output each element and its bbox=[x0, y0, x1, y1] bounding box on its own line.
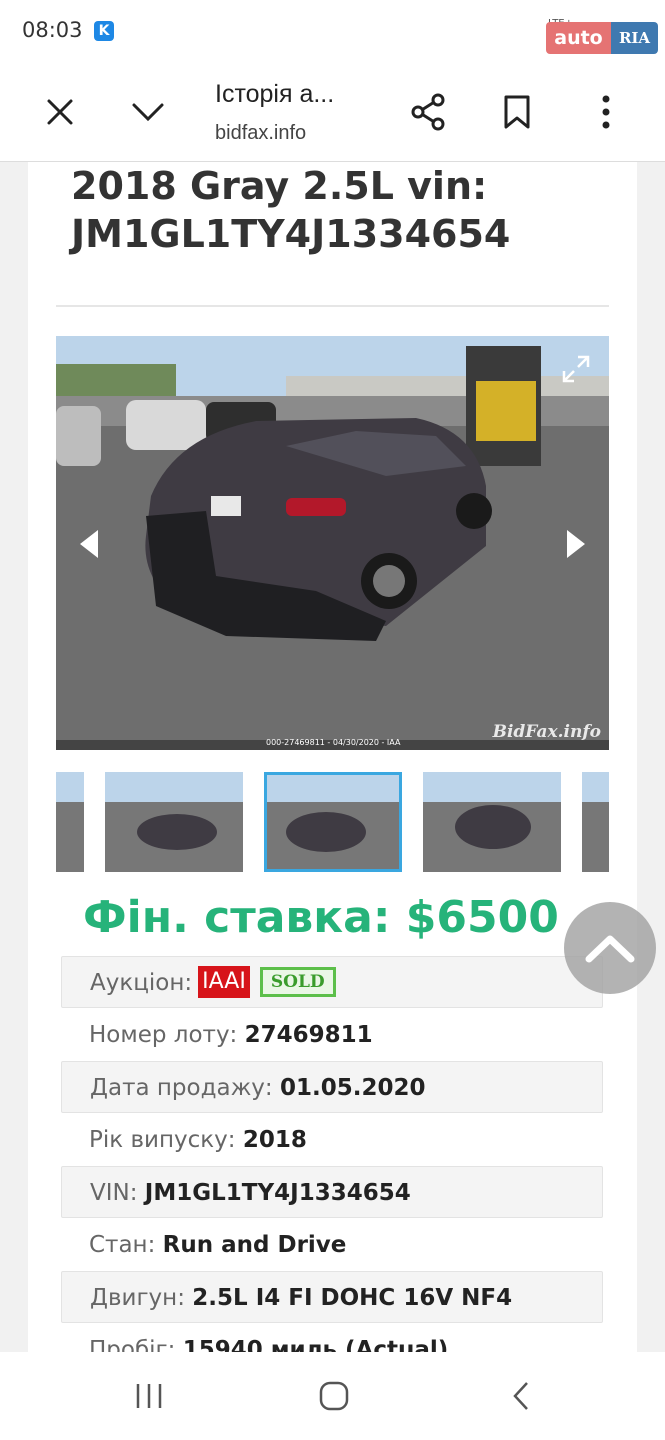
auto-ria-badge[interactable]: auto RIA bbox=[546, 22, 658, 54]
prev-photo-arrow[interactable] bbox=[74, 526, 104, 562]
thumbnail[interactable] bbox=[582, 772, 609, 872]
photo-caption: 000-27469811 - 04/30/2020 - IAA bbox=[266, 738, 401, 747]
lot-label: Номер лоту: bbox=[89, 1022, 238, 1048]
heading-line-2: JM1GL1TY4J1334654 bbox=[71, 212, 511, 256]
auction-row: Аукціон: IAAI SOLD bbox=[61, 956, 603, 1008]
home-icon[interactable] bbox=[309, 1374, 359, 1418]
screen: 08:03 K LTE+ auto RIA Історія а... bidfa… bbox=[0, 0, 665, 1440]
chevron-up-icon bbox=[585, 935, 635, 963]
expand-icon[interactable] bbox=[561, 354, 591, 384]
page-title: Історія а... bbox=[215, 80, 335, 108]
status-time: 08:03 bbox=[22, 18, 83, 42]
scroll-top-button[interactable] bbox=[564, 902, 656, 994]
thumbnail[interactable] bbox=[105, 772, 243, 872]
heading-line-1: 2018 Gray 2.5L vin: bbox=[71, 164, 488, 208]
next-photo-arrow[interactable] bbox=[561, 526, 591, 562]
divider bbox=[56, 305, 609, 307]
system-nav-bar bbox=[0, 1352, 665, 1440]
lot-row: Номер лоту: 27469811 bbox=[61, 1009, 603, 1061]
vin-row: VIN: JM1GL1TY4J1334654 bbox=[61, 1166, 603, 1218]
sale-date-value: 01.05.2020 bbox=[279, 1075, 426, 1101]
sale-date-label: Дата продажу: bbox=[90, 1075, 273, 1101]
engine-value: 2.5L I4 FI DOHC 16V NF4 bbox=[192, 1285, 513, 1311]
chevron-down-icon[interactable] bbox=[126, 90, 170, 134]
main-car-photo[interactable]: BidFax.info 000-27469811 - 04/30/2020 - … bbox=[56, 336, 609, 750]
engine-label: Двигун: bbox=[90, 1285, 185, 1311]
condition-value: Run and Drive bbox=[162, 1232, 347, 1258]
recent-apps-icon[interactable] bbox=[124, 1374, 174, 1418]
more-menu-icon[interactable] bbox=[584, 90, 628, 134]
bidfax-watermark: BidFax.info bbox=[492, 722, 601, 742]
share-icon[interactable] bbox=[406, 90, 450, 134]
thumbnail-active[interactable] bbox=[264, 772, 402, 872]
lot-value: 27469811 bbox=[244, 1022, 373, 1048]
condition-label: Стан: bbox=[89, 1232, 156, 1258]
engine-row: Двигун: 2.5L I4 FI DOHC 16V NF4 bbox=[61, 1271, 603, 1323]
year-label: Рік випуску: bbox=[89, 1127, 236, 1153]
auto-ria-badge-right: RIA bbox=[611, 22, 658, 54]
thumbnail[interactable] bbox=[423, 772, 561, 872]
sale-date-row: Дата продажу: 01.05.2020 bbox=[61, 1061, 603, 1113]
browser-toolbar: Історія а... bidfax.info bbox=[0, 62, 665, 162]
page-url: bidfax.info bbox=[215, 122, 307, 144]
condition-row: Стан: Run and Drive bbox=[61, 1219, 603, 1271]
thumbnail-strip bbox=[56, 772, 609, 874]
bookmark-icon[interactable] bbox=[495, 90, 539, 134]
year-value: 2018 bbox=[242, 1127, 307, 1153]
vin-label: VIN: bbox=[90, 1180, 138, 1206]
auction-label: Аукціон: bbox=[90, 970, 193, 996]
thumbnail[interactable] bbox=[56, 772, 84, 872]
final-bid-price: Фін. ставка: $6500 bbox=[83, 892, 559, 943]
kyiv-app-icon: K bbox=[94, 21, 114, 41]
status-bar: 08:03 K LTE+ auto RIA bbox=[0, 0, 665, 62]
vin-value: JM1GL1TY4J1334654 bbox=[144, 1180, 411, 1206]
back-icon[interactable] bbox=[496, 1374, 546, 1418]
year-row: Рік випуску: 2018 bbox=[61, 1114, 603, 1166]
iaai-badge: IAAI bbox=[198, 965, 250, 998]
auto-ria-badge-left: auto bbox=[546, 22, 611, 54]
listing-heading: 2018 Gray 2.5L vin: JM1GL1TY4J1334654 bbox=[71, 162, 611, 258]
close-icon[interactable] bbox=[38, 90, 82, 134]
sold-badge: SOLD bbox=[259, 966, 336, 997]
listing-card: 2018 Gray 2.5L vin: JM1GL1TY4J1334654 Bi… bbox=[28, 162, 637, 1363]
